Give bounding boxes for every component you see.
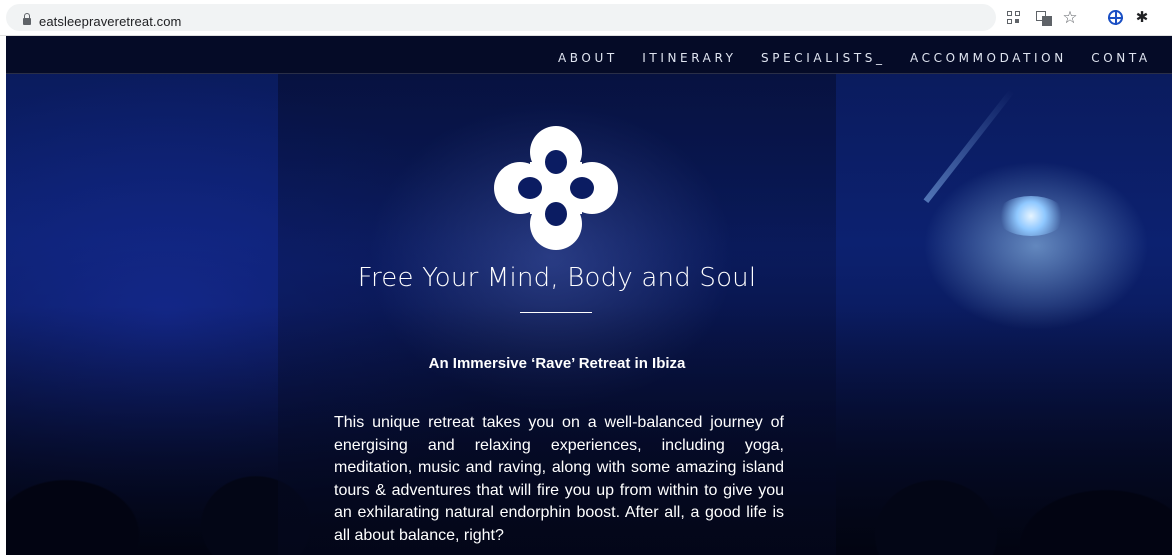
translate-icon[interactable] [1035,9,1053,27]
star-icon[interactable]: ☆ [1061,9,1079,27]
hero-subheading: An Immersive ‘Rave’ Retreat in Ibiza [428,355,686,372]
qr-code-icon[interactable] [1005,9,1023,27]
site-logo[interactable] [492,124,620,252]
nav-item-about[interactable]: ABOUT [558,51,618,65]
nav-item-itinerary[interactable]: ITINERARY [642,51,736,65]
headline-divider [520,312,592,313]
hero-description: This unique retreat takes you on a well-… [334,414,784,544]
puzzle-icon[interactable]: ✱ [1133,9,1151,27]
address-bar[interactable]: eatsleepraveretreat.com [6,4,996,31]
stage-light-decoration [996,196,1066,236]
site-nav: ABOUT ITINERARY SPECIALISTS_ ACCOMMODATI… [6,36,1172,74]
nav-item-specialists[interactable]: SPECIALISTS_ [761,51,886,65]
lock-icon[interactable] [23,13,31,27]
nav-item-accommodation[interactable]: ACCOMMODATION [910,51,1067,65]
nav-item-contact[interactable]: CONTA [1091,51,1150,65]
page-viewport: ABOUT ITINERARY SPECIALISTS_ ACCOMMODATI… [6,36,1172,555]
browser-toolbar: eatsleepraveretreat.com ☆ ✱ [0,0,1172,36]
light-beam-decoration [923,88,1015,204]
globe-extension-icon[interactable] [1107,9,1125,27]
url-text[interactable]: eatsleepraveretreat.com [39,14,181,29]
hero-headline: Free Your Mind, Body and Soul [357,263,757,293]
